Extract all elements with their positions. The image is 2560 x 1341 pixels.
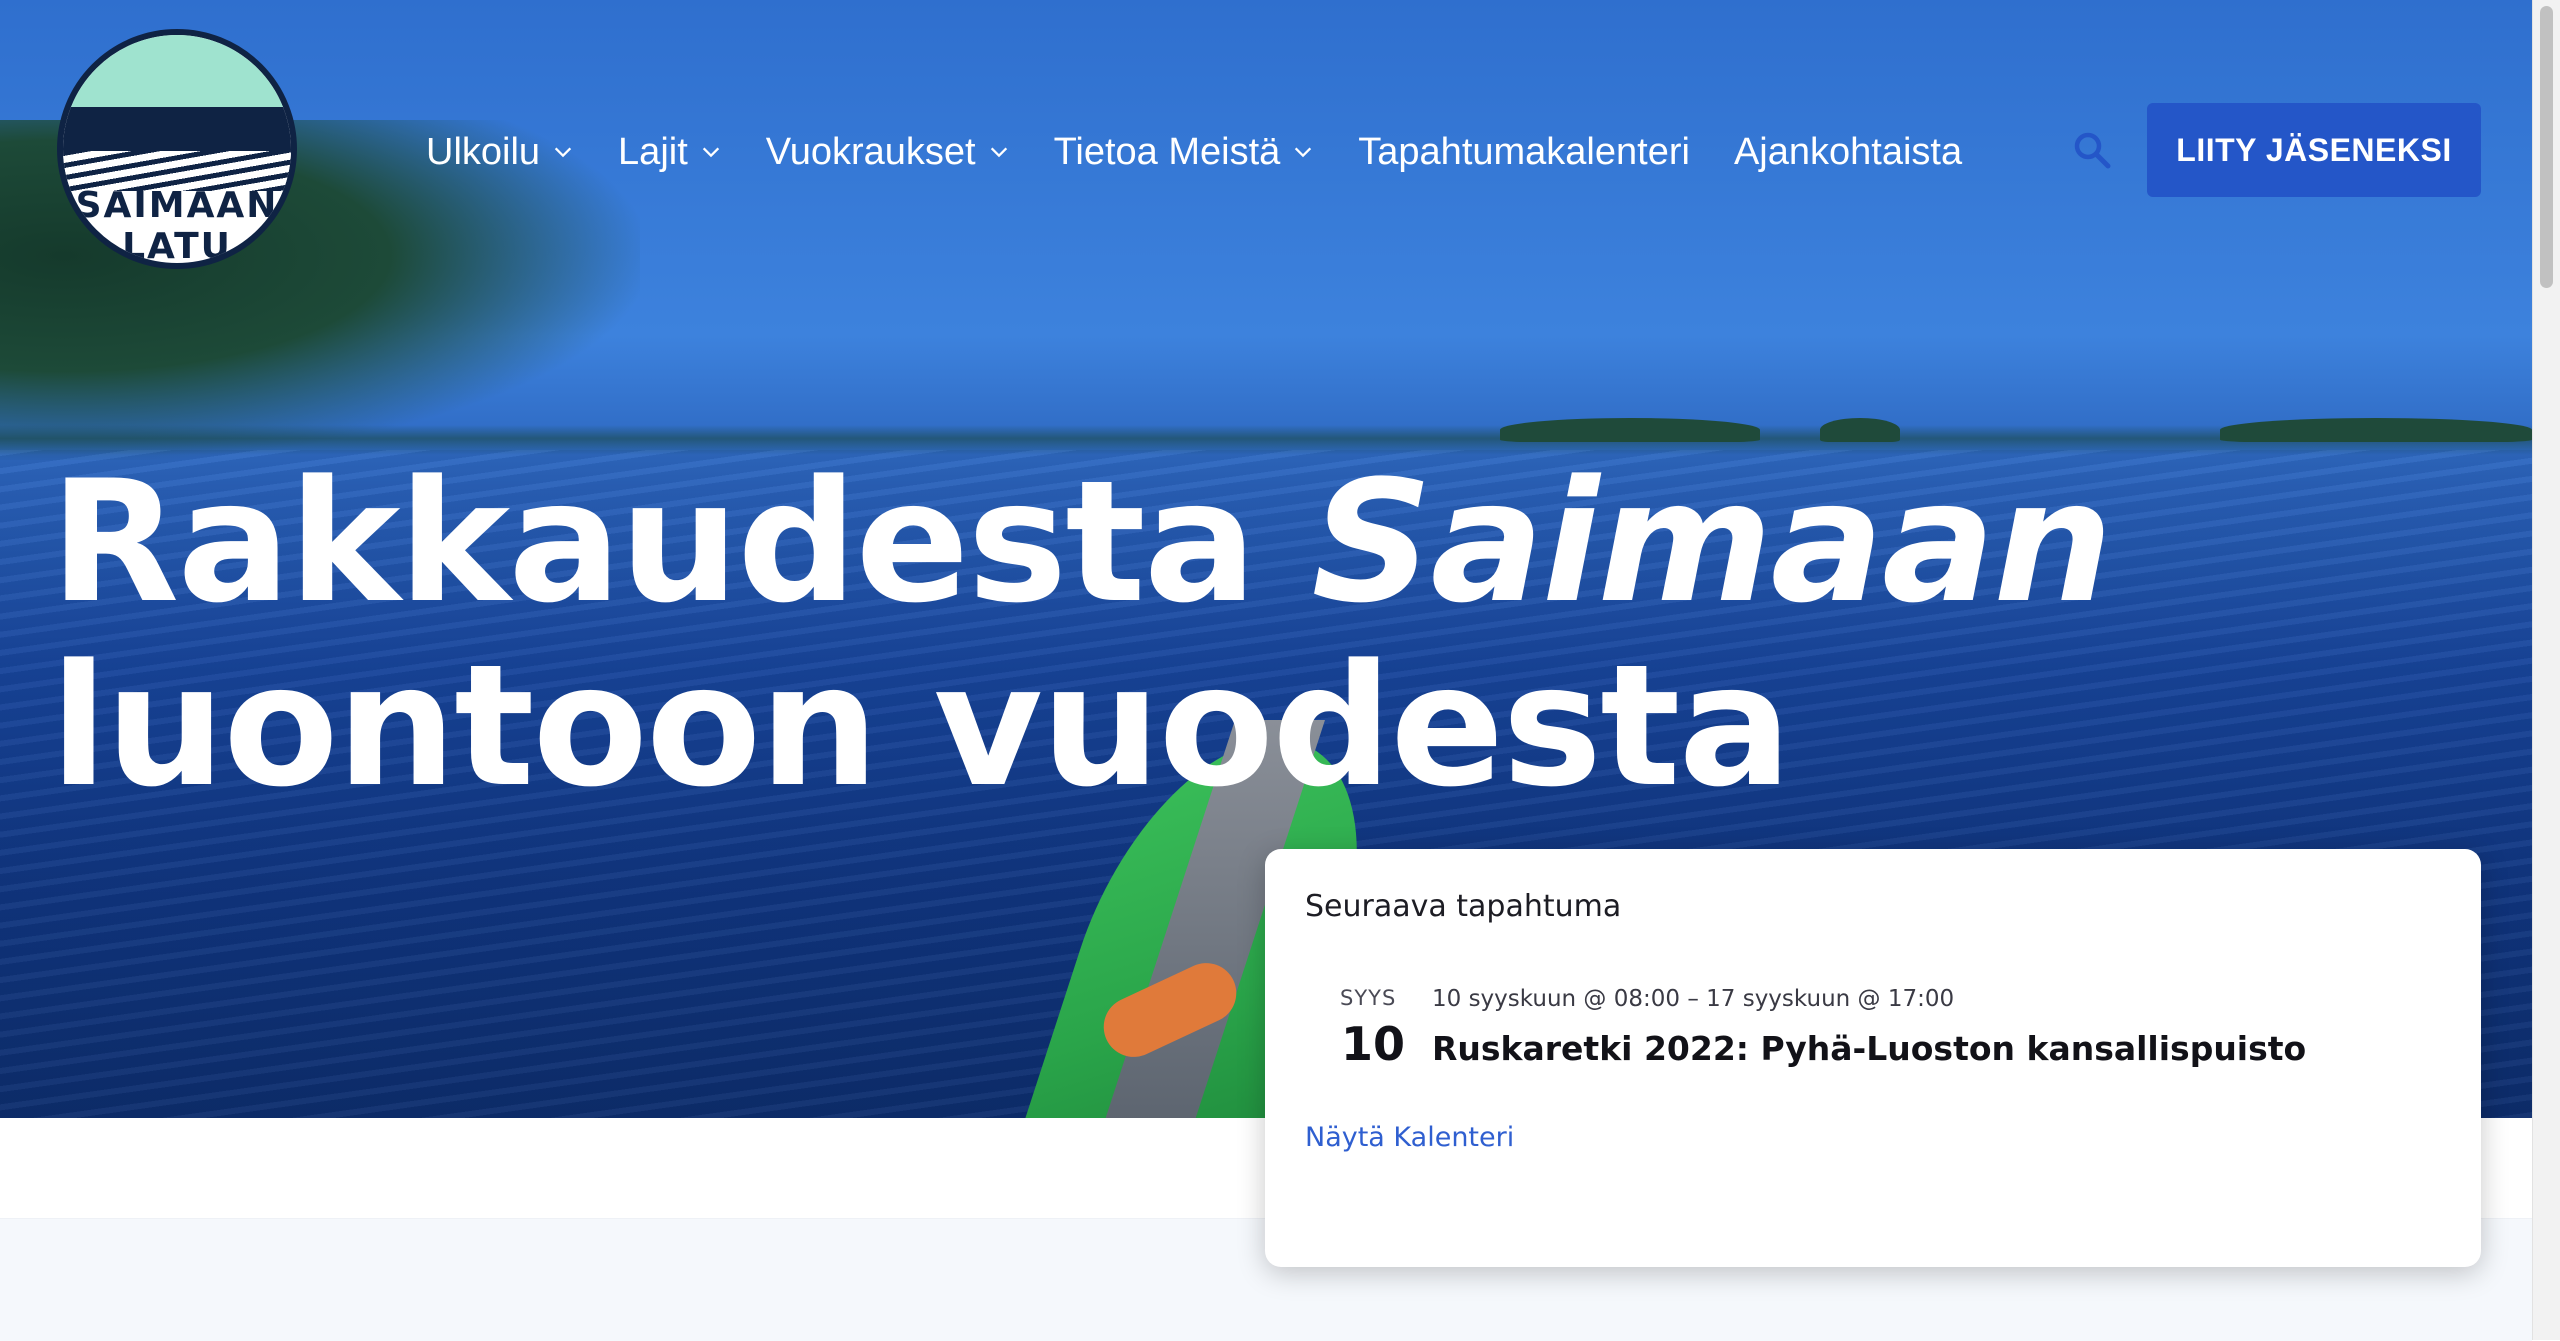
headline-line2: luontoon vuodesta [50, 628, 1792, 824]
nav-item-ajankohtaista[interactable]: Ajankohtaista [1734, 131, 1962, 174]
nav-item-lajit[interactable]: Lajit [618, 131, 722, 174]
event-title-link[interactable]: Ruskaretki 2022: Pyhä-Luoston kansallisp… [1432, 1029, 2306, 1068]
hero-island [1500, 418, 1760, 442]
nav-item-tietoa-meista[interactable]: Tietoa Meistä [1054, 131, 1315, 174]
nav-item-label: Tapahtumakalenteri [1358, 130, 1690, 173]
event-day: 10 [1341, 1017, 1406, 1071]
event-datetime: 10 syyskuun @ 08:00 – 17 syyskuun @ 17:0… [1432, 986, 1955, 1012]
headline-emphasis: Saimaan [1311, 444, 2113, 640]
event-month: SYYS [1340, 986, 1397, 1010]
headline-line1: Rakkaudesta [50, 444, 1257, 640]
logo-sky [63, 35, 291, 107]
nav-item-label: Lajit [618, 130, 688, 173]
nav-item-label: Ulkoilu [426, 130, 541, 173]
chevron-down-icon [1295, 147, 1312, 158]
nav-item-ulkoilu[interactable]: Ulkoilu [426, 131, 574, 174]
nav-item-label: Tietoa Meistä [1053, 130, 1281, 173]
hero-headline: Rakkaudesta Saimaan luontoon vuodesta [50, 450, 2250, 818]
nav-item-label: Vuokraukset [765, 130, 976, 173]
join-member-button[interactable]: LIITY JÄSENEKSI [2147, 103, 2481, 197]
show-calendar-link[interactable]: Näytä Kalenteri [1305, 1122, 1514, 1153]
nav-item-vuokraukset[interactable]: Vuokraukset [766, 131, 1010, 174]
hero-island [2220, 418, 2532, 442]
hero-island [1820, 418, 1900, 442]
site-logo[interactable]: SAIMAAN LATU [57, 29, 297, 269]
nav-item-label: Ajankohtaista [1733, 130, 1963, 173]
nav-item-tapahtumakalenteri[interactable]: Tapahtumakalenteri [1358, 131, 1690, 174]
logo-land [63, 107, 291, 151]
page-scrollbar[interactable] [2532, 0, 2560, 1340]
chevron-down-icon [554, 147, 572, 158]
chevron-down-icon [702, 147, 719, 158]
search-icon [2074, 132, 2111, 169]
main-nav: Ulkoilu Lajit Vuokraukset Tietoa Meistä … [426, 122, 2006, 182]
next-event-card: Seuraava tapahtuma SYYS 10 10 syyskuun @… [1265, 849, 2481, 1267]
search-button[interactable] [2070, 128, 2114, 172]
scrollbar-thumb[interactable] [2540, 6, 2553, 288]
logo-text: SAIMAAN LATU [75, 185, 279, 267]
chevron-down-icon [990, 147, 1007, 158]
event-card-heading: Seuraava tapahtuma [1305, 889, 1622, 924]
